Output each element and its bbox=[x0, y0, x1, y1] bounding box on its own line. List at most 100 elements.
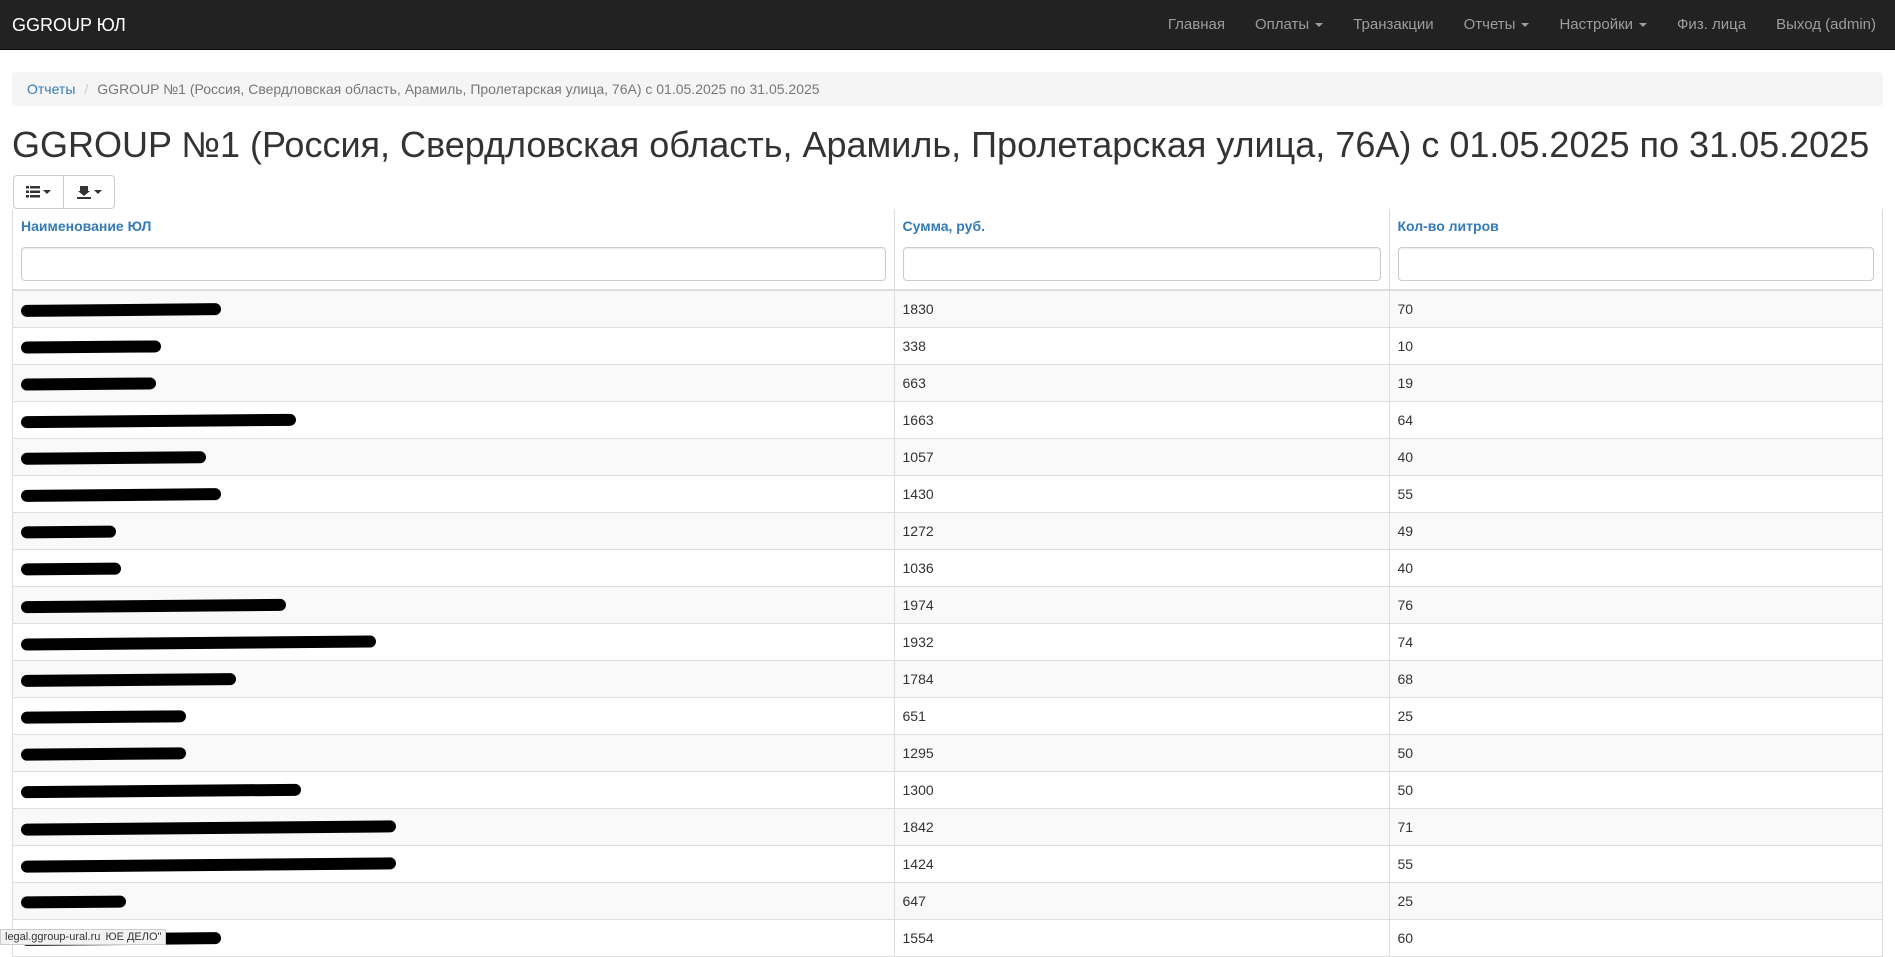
caret-down-icon bbox=[43, 190, 51, 194]
cell-company-name-redacted bbox=[13, 548, 894, 586]
table-row: 1974 76 bbox=[13, 585, 1882, 623]
nav-item-payments[interactable]: Оплаты bbox=[1240, 0, 1338, 50]
cell-liters: 68 bbox=[1388, 659, 1882, 697]
column-header-name[interactable]: Наименование ЮЛ bbox=[13, 209, 894, 243]
nav-item-home[interactable]: Главная bbox=[1153, 0, 1240, 50]
redaction-mark bbox=[20, 710, 187, 724]
table-row: 647 25 bbox=[13, 881, 1882, 919]
breadcrumb-reports-link[interactable]: Отчеты bbox=[27, 81, 75, 97]
cell-company-name-redacted bbox=[13, 622, 894, 660]
cell-company-name-redacted bbox=[13, 881, 894, 919]
cell-company-name-redacted bbox=[13, 585, 894, 623]
table-row: 1784 68 bbox=[13, 659, 1882, 697]
nav-item-individuals[interactable]: Физ. лица bbox=[1662, 0, 1761, 50]
column-header-liters[interactable]: Кол-во литров bbox=[1388, 209, 1882, 243]
cell-sum: 647 bbox=[893, 881, 1389, 919]
caret-down-icon bbox=[1521, 22, 1530, 27]
redaction-mark bbox=[20, 377, 157, 391]
redaction-mark bbox=[20, 635, 377, 651]
cell-liters: 50 bbox=[1388, 733, 1882, 771]
redaction-mark bbox=[20, 672, 237, 687]
filter-input-name[interactable] bbox=[21, 247, 886, 281]
cell-company-name-redacted bbox=[13, 363, 894, 401]
redaction-mark bbox=[20, 747, 187, 761]
redaction-mark bbox=[20, 340, 162, 354]
cell-liters: 25 bbox=[1388, 696, 1882, 734]
cell-company-name-redacted bbox=[13, 437, 894, 475]
column-header-sum[interactable]: Сумма, руб. bbox=[893, 209, 1389, 243]
cell-liters: 55 bbox=[1388, 844, 1882, 882]
cell-liters: 49 bbox=[1388, 511, 1882, 549]
cell-liters: 70 bbox=[1388, 289, 1882, 327]
cell-liters: 76 bbox=[1388, 585, 1882, 623]
redaction-mark bbox=[20, 450, 207, 465]
redaction-mark bbox=[20, 303, 222, 317]
table-row: 1300 50 bbox=[13, 770, 1882, 808]
redaction-mark bbox=[20, 413, 297, 428]
cell-liters: 10 bbox=[1388, 326, 1882, 364]
table-row: 1272 49 bbox=[13, 511, 1882, 549]
cell-sum: 1784 bbox=[893, 659, 1389, 697]
redaction-mark bbox=[20, 562, 122, 576]
cell-sum: 338 bbox=[893, 326, 1389, 364]
cell-sum: 1932 bbox=[893, 622, 1389, 660]
cell-sum: 1974 bbox=[893, 585, 1389, 623]
nav-menu: Главная Оплаты Транзакции Отчеты Настрой… bbox=[1153, 0, 1895, 50]
table-row: 1295 50 bbox=[13, 733, 1882, 771]
cell-liters: 74 bbox=[1388, 622, 1882, 660]
table-row: 1554 60 bbox=[13, 918, 1882, 956]
cell-liters: 60 bbox=[1388, 918, 1882, 956]
cell-company-name-redacted bbox=[13, 733, 894, 771]
table-toolbar bbox=[13, 175, 1895, 209]
redaction-mark bbox=[20, 487, 222, 502]
breadcrumb: Отчеты / GGROUP №1 (Россия, Свердловская… bbox=[12, 72, 1883, 106]
filter-input-sum[interactable] bbox=[902, 247, 1381, 281]
breadcrumb-current: GGROUP №1 (Россия, Свердловская область,… bbox=[97, 81, 820, 97]
navbar: GGROUP ЮЛ Главная Оплаты Транзакции Отче… bbox=[0, 0, 1895, 50]
caret-down-icon bbox=[93, 190, 102, 194]
cell-sum: 1424 bbox=[893, 844, 1389, 882]
brand-link[interactable]: GGROUP ЮЛ bbox=[12, 0, 126, 50]
columns-toggle-button[interactable] bbox=[13, 175, 64, 209]
list-icon bbox=[26, 186, 40, 198]
status-bar-url: legal.ggroup-ural.ru ЮЕ ДЕЛО" bbox=[0, 929, 167, 945]
cell-sum: 663 bbox=[893, 363, 1389, 401]
cell-company-name-redacted bbox=[13, 844, 894, 882]
cell-sum: 651 bbox=[893, 696, 1389, 734]
cell-liters: 64 bbox=[1388, 400, 1882, 438]
nav-item-transactions[interactable]: Транзакции bbox=[1338, 0, 1448, 50]
cell-sum: 1842 bbox=[893, 807, 1389, 845]
breadcrumb-separator: / bbox=[84, 81, 89, 97]
cell-company-name-redacted bbox=[13, 326, 894, 364]
nav-item-logout[interactable]: Выход (admin) bbox=[1761, 0, 1891, 50]
table-row: 1430 55 bbox=[13, 474, 1882, 512]
caret-down-icon bbox=[1639, 22, 1648, 27]
cell-sum: 1430 bbox=[893, 474, 1389, 512]
filter-input-liters[interactable] bbox=[1397, 247, 1874, 281]
status-bar-overlay-text: ЮЕ ДЕЛО" bbox=[105, 931, 162, 943]
cell-company-name-redacted bbox=[13, 511, 894, 549]
table-row: 1932 74 bbox=[13, 622, 1882, 660]
redaction-mark bbox=[20, 857, 397, 873]
cell-sum: 1272 bbox=[893, 511, 1389, 549]
redaction-mark bbox=[20, 598, 287, 613]
export-button[interactable] bbox=[64, 175, 115, 209]
nav-item-reports[interactable]: Отчеты bbox=[1449, 0, 1545, 50]
page-title: GGROUP №1 (Россия, Свердловская область,… bbox=[12, 124, 1870, 165]
redaction-mark bbox=[20, 820, 397, 836]
cell-sum: 1663 bbox=[893, 400, 1389, 438]
cell-company-name-redacted bbox=[13, 400, 894, 438]
cell-sum: 1554 bbox=[893, 918, 1389, 956]
table-row: 663 19 bbox=[13, 363, 1882, 401]
redaction-mark bbox=[20, 525, 117, 539]
cell-liters: 19 bbox=[1388, 363, 1882, 401]
nav-item-settings[interactable]: Настройки bbox=[1544, 0, 1662, 50]
cell-company-name-redacted bbox=[13, 696, 894, 734]
redaction-mark bbox=[20, 783, 302, 799]
cell-sum: 1036 bbox=[893, 548, 1389, 586]
table-row: 651 25 bbox=[13, 696, 1882, 734]
cell-company-name-redacted bbox=[13, 474, 894, 512]
cell-sum: 1300 bbox=[893, 770, 1389, 808]
cell-company-name-redacted bbox=[13, 770, 894, 808]
cell-company-name-redacted bbox=[13, 659, 894, 697]
